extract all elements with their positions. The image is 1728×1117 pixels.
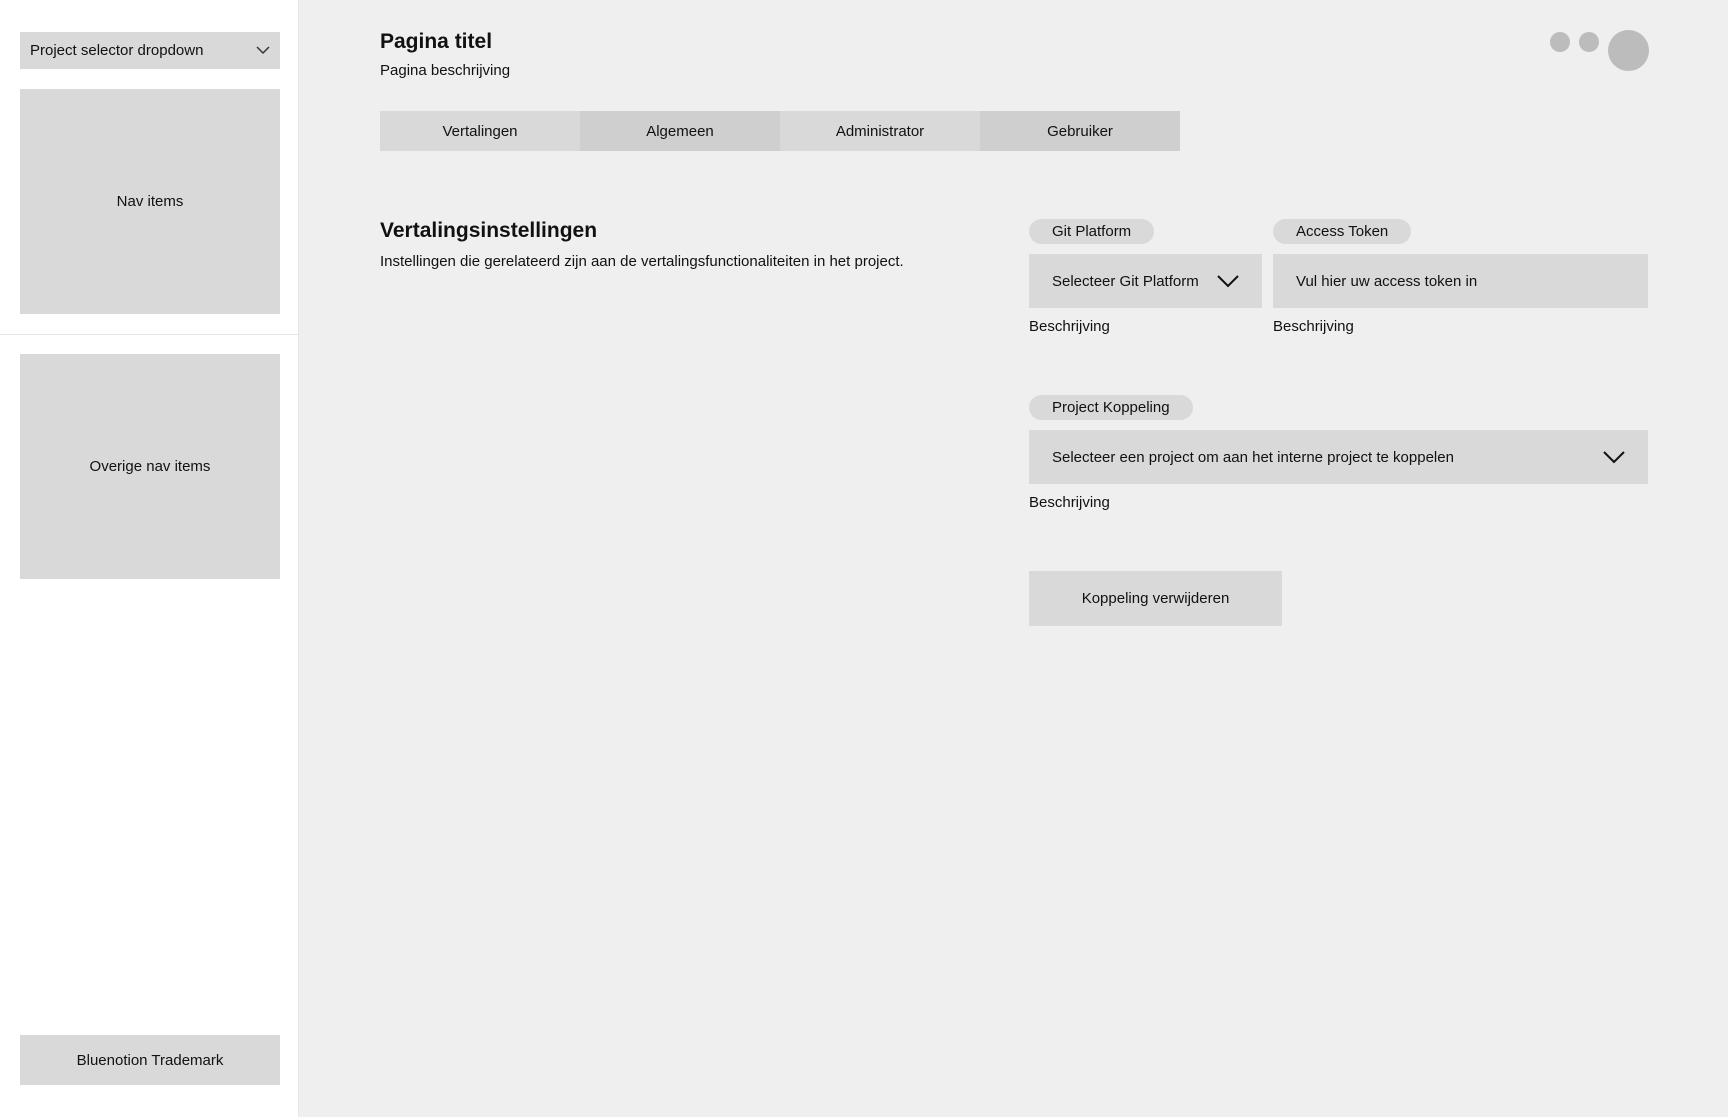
- nav-items-block[interactable]: Nav items: [20, 89, 280, 314]
- nav-items-label: Nav items: [116, 193, 184, 210]
- other-nav-items-block[interactable]: Overige nav items: [20, 354, 280, 579]
- tab-administrator[interactable]: Administrator: [780, 111, 980, 151]
- access-token-placeholder: Vul hier uw access token in: [1296, 272, 1478, 290]
- tab-gebruiker[interactable]: Gebruiker: [980, 111, 1180, 151]
- tab-bar: Vertalingen Algemeen Administrator Gebru…: [380, 111, 1180, 151]
- project-koppeling-value: Selecteer een project om aan het interne…: [1052, 448, 1454, 466]
- project-selector-label: Project selector dropdown: [30, 42, 204, 59]
- main-content: Pagina titel Pagina beschrijving Vertali…: [299, 0, 1728, 1117]
- avatar[interactable]: [1608, 30, 1649, 71]
- access-token-input[interactable]: Vul hier uw access token in: [1273, 254, 1648, 308]
- header-action-icon[interactable]: [1579, 32, 1599, 52]
- other-nav-items-label: Overige nav items: [89, 458, 211, 475]
- git-platform-label: Git Platform: [1029, 219, 1155, 244]
- page-title: Pagina titel: [380, 30, 493, 53]
- tab-vertalingen[interactable]: Vertalingen: [380, 111, 580, 151]
- chevron-down-icon: [256, 46, 270, 55]
- project-selector-dropdown[interactable]: Project selector dropdown: [20, 32, 280, 69]
- header-actions: [1550, 30, 1650, 74]
- access-token-label: Access Token: [1273, 219, 1412, 244]
- tab-algemeen[interactable]: Algemeen: [580, 111, 780, 151]
- project-koppeling-select[interactable]: Selecteer een project om aan het interne…: [1029, 430, 1648, 484]
- sidebar-divider: [0, 334, 298, 335]
- git-platform-description: Beschrijving: [1029, 318, 1110, 335]
- header-action-icon[interactable]: [1550, 32, 1570, 52]
- git-platform-value: Selecteer Git Platform: [1052, 272, 1199, 290]
- project-koppeling-description: Beschrijving: [1029, 494, 1110, 511]
- remove-link-label: Koppeling verwijderen: [1081, 590, 1230, 607]
- sidebar: Project selector dropdown Nav items Over…: [0, 0, 299, 1117]
- git-platform-select[interactable]: Selecteer Git Platform: [1029, 254, 1262, 308]
- section-title: Vertalingsinstellingen: [380, 219, 598, 242]
- chevron-down-icon: [1217, 274, 1239, 287]
- project-koppeling-label: Project Koppeling: [1029, 395, 1193, 420]
- section-description: Instellingen die gerelateerd zijn aan de…: [380, 253, 904, 270]
- chevron-down-icon: [1603, 450, 1625, 463]
- page-description: Pagina beschrijving: [380, 62, 511, 79]
- trademark-label: Bluenotion Trademark: [76, 1051, 224, 1069]
- trademark: Bluenotion Trademark: [20, 1035, 280, 1085]
- access-token-description: Beschrijving: [1273, 318, 1354, 335]
- remove-link-button[interactable]: Koppeling verwijderen: [1029, 571, 1282, 626]
